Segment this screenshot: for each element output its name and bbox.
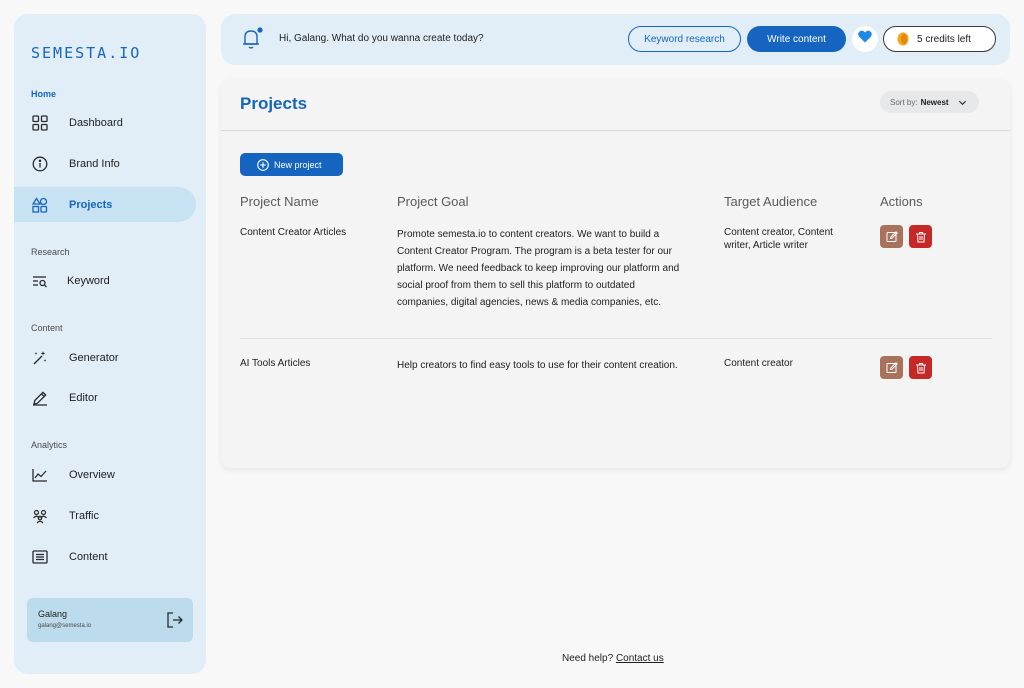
sidebar-item-label: Dashboard — [69, 116, 123, 129]
edit-icon — [886, 361, 898, 373]
line-chart-icon — [31, 466, 49, 484]
project-goal-cell: Promote semesta.io to content creators. … — [397, 229, 680, 308]
new-project-label: New project — [274, 159, 322, 170]
column-header-project-name: Project Name — [240, 194, 319, 209]
pen-icon — [31, 389, 49, 407]
column-header-target-audience: Target Audience — [724, 194, 818, 209]
sidebar-item-label: Projects — [69, 198, 113, 211]
user-name: Galang — [38, 609, 68, 619]
info-icon — [31, 155, 49, 173]
heart-icon — [858, 30, 872, 48]
sidebar-item-label: Keyword — [67, 274, 110, 287]
section-label-research: Research — [31, 247, 70, 257]
sort-label: Sort by: — [890, 97, 918, 107]
column-header-project-goal: Project Goal — [397, 194, 469, 209]
keyword-research-button[interactable]: Keyword research — [628, 26, 741, 52]
favorites-button[interactable] — [852, 26, 878, 52]
section-label-analytics: Analytics — [31, 440, 68, 450]
project-name-cell: Content Creator Articles — [240, 227, 347, 238]
user-email: galang@semesta.io — [38, 623, 92, 629]
bell-icon[interactable] — [241, 27, 263, 51]
sidebar-item-overview[interactable]: Overview — [14, 457, 196, 492]
sidebar-item-label: Traffic — [69, 509, 99, 522]
sidebar-item-brand-info[interactable]: Brand Info — [14, 146, 196, 181]
contact-us-link[interactable]: Contact us — [616, 653, 664, 664]
project-goal-cell: Help creators to find easy tools to use … — [397, 360, 678, 371]
project-name-cell: AI Tools Articles — [240, 358, 311, 369]
target-audience-cell: Content creator, Content writer, Article… — [724, 227, 833, 251]
trash-icon — [915, 231, 926, 242]
sidebar-item-traffic[interactable]: Traffic — [14, 498, 196, 533]
grid-icon — [31, 114, 49, 132]
credits-text: 5 credits left — [917, 33, 971, 45]
sidebar-item-label: Editor — [69, 391, 98, 404]
new-project-button[interactable]: New project — [240, 153, 343, 176]
edit-button[interactable] — [880, 356, 903, 379]
sidebar-item-generator[interactable]: Generator — [14, 340, 196, 375]
sidebar-item-content[interactable]: Content — [14, 539, 196, 574]
sidebar-item-label: Generator — [69, 351, 119, 364]
document-icon — [31, 548, 49, 566]
footer: Need help? Contact us — [562, 653, 664, 664]
projects-panel: Projects Sort by: Newest New project Pro… — [221, 79, 1010, 468]
section-label-home: Home — [31, 89, 57, 99]
sidebar: SEMESTA.IO Home Dashboard Brand Info Pro… — [14, 14, 206, 674]
trash-icon — [915, 362, 926, 373]
topbar: Hi, Galang. What do you wanna create tod… — [221, 14, 1010, 65]
sort-dropdown[interactable]: Sort by: Newest — [880, 91, 979, 113]
edit-button[interactable] — [880, 225, 903, 248]
page-title: Projects — [240, 94, 308, 113]
magic-wand-icon — [31, 349, 49, 367]
users-icon — [31, 507, 49, 525]
sidebar-item-label: Brand Info — [69, 157, 120, 170]
chevron-down-icon — [958, 100, 966, 105]
sidebar-item-label: Overview — [69, 468, 115, 481]
edit-icon — [886, 230, 898, 242]
target-audience-cell: Content creator — [724, 358, 793, 369]
sort-value: Newest — [920, 97, 949, 107]
divider — [221, 130, 1010, 131]
footer-text: Need help? — [562, 653, 614, 664]
credits-badge[interactable]: 5 credits left — [883, 26, 996, 52]
delete-button[interactable] — [909, 356, 932, 379]
brand-logo[interactable]: SEMESTA.IO — [31, 44, 141, 62]
sidebar-item-editor[interactable]: Editor — [14, 380, 196, 415]
shapes-icon — [31, 196, 49, 214]
coin-icon — [897, 32, 909, 46]
sidebar-item-keyword[interactable]: Keyword — [14, 263, 196, 298]
row-divider — [240, 338, 992, 339]
plus-circle-icon — [257, 158, 269, 171]
user-card: Galang galang@semesta.io — [27, 598, 193, 642]
greeting-text: Hi, Galang. What do you wanna create tod… — [279, 33, 484, 44]
write-content-button[interactable]: Write content — [747, 26, 846, 52]
sidebar-item-dashboard[interactable]: Dashboard — [14, 105, 196, 140]
column-header-actions: Actions — [880, 194, 923, 209]
delete-button[interactable] — [909, 225, 932, 248]
logout-icon[interactable] — [166, 611, 184, 629]
sidebar-item-label: Content — [69, 550, 108, 563]
section-label-content: Content — [31, 323, 63, 333]
sidebar-item-projects[interactable]: Projects — [14, 187, 196, 222]
search-list-icon — [31, 272, 49, 290]
